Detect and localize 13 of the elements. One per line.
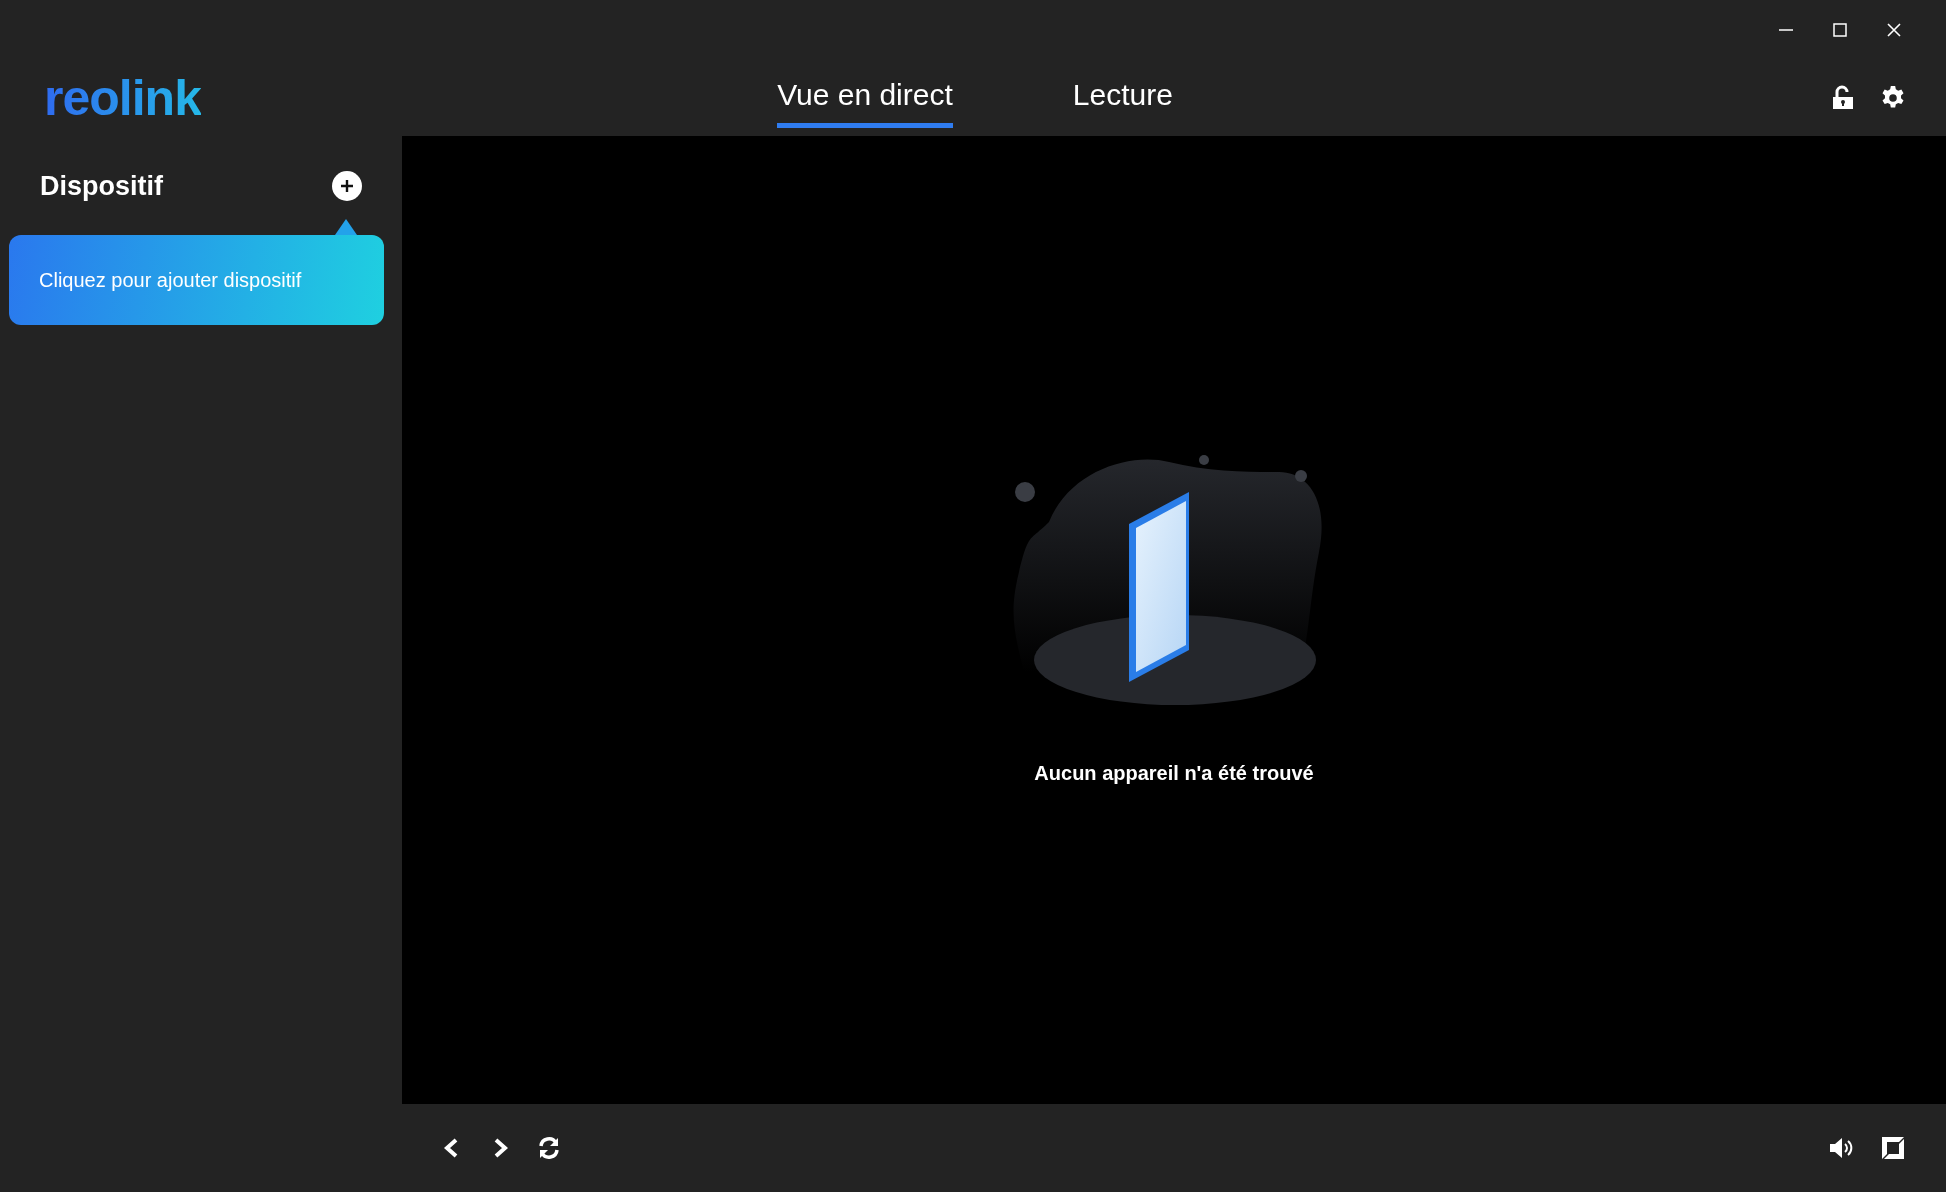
- refresh-icon[interactable]: [536, 1135, 562, 1161]
- fullscreen-icon[interactable]: [1880, 1135, 1906, 1161]
- add-device-button[interactable]: [332, 171, 362, 202]
- tab[interactable]: Vue en direct: [777, 68, 953, 128]
- plus-icon: [339, 178, 355, 195]
- sidebar-title: Dispositif: [40, 170, 163, 203]
- add-device-tooltip: Cliquez pour ajouter dispositif: [9, 235, 384, 325]
- unlock-icon[interactable]: [1830, 85, 1856, 111]
- close-icon[interactable]: [1886, 22, 1902, 38]
- settings-icon[interactable]: [1880, 85, 1906, 111]
- tab[interactable]: Lecture: [1072, 68, 1173, 128]
- maximize-icon[interactable]: [1832, 22, 1848, 38]
- empty-message: Aucun appareil n'a été trouvé: [1034, 761, 1314, 786]
